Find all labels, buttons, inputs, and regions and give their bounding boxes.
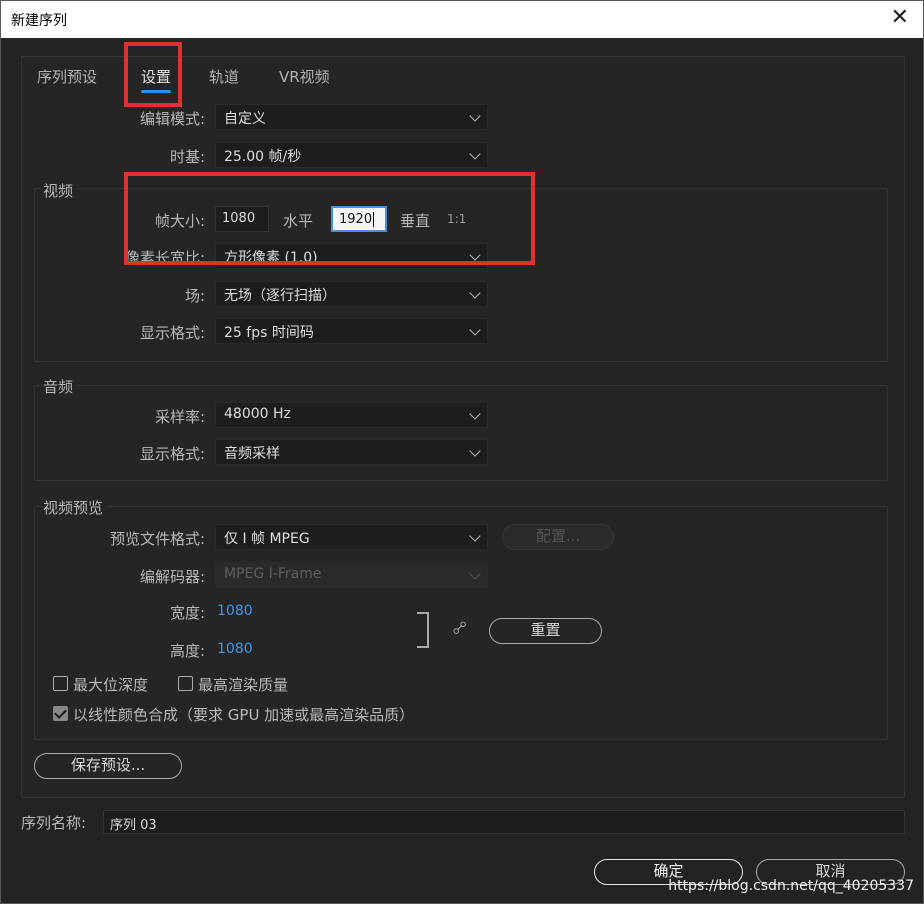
window-titlebar: 新建序列 ✕: [0, 0, 924, 38]
window-title: 新建序列: [11, 13, 67, 29]
aspect-ratio-readout: 1:1: [447, 212, 467, 226]
codec-label: 编解码器:: [139, 568, 205, 586]
sample-rate-select[interactable]: 48000 Hz: [215, 402, 488, 428]
reset-button[interactable]: 重置: [489, 618, 602, 644]
video-section-title: 视频: [43, 180, 78, 201]
audio-section-title: 音频: [43, 376, 78, 397]
horizontal-label: 水平: [283, 212, 314, 230]
link-bracket: [417, 612, 429, 648]
tab-vr-video[interactable]: VR视频: [279, 66, 330, 87]
select-value: 25.00 帧/秒: [224, 149, 302, 165]
tab-label: VR视频: [279, 68, 330, 86]
linear-color-label: 以线性颜色合成（要求 GPU 加速或最高渲染品质）: [73, 706, 415, 724]
sequence-name-field[interactable]: 序列 03: [103, 810, 905, 834]
preview-file-format-select[interactable]: 仅 I 帧 MPEG: [215, 524, 488, 550]
pixel-aspect-select[interactable]: 方形像素 (1.0): [215, 243, 488, 269]
max-bit-depth-label: 最大位深度: [73, 676, 149, 694]
max-render-quality-checkbox[interactable]: [178, 676, 193, 691]
preview-width-label: 宽度:: [169, 604, 205, 622]
new-sequence-dialog: 序列预设 设置 轨道 VR视频 编辑模式: 自定义 时基: 25.00 帧/秒 …: [0, 38, 924, 904]
configure-button[interactable]: 配置...: [502, 524, 614, 550]
tab-label: 轨道: [209, 68, 240, 86]
frame-height-field[interactable]: 1920: [331, 206, 387, 232]
tab-tracks[interactable]: 轨道: [209, 66, 239, 87]
select-value: 音频采样: [224, 446, 280, 462]
preview-width-value[interactable]: 1080: [217, 603, 253, 619]
tab-label: 序列预设: [37, 68, 98, 86]
field-order-label: 场:: [184, 287, 205, 305]
tab-sequence-presets[interactable]: 序列预设: [37, 66, 97, 87]
audio-group: [34, 385, 888, 481]
chevron-down-icon: [469, 408, 481, 420]
select-value: 无场（逐行扫描）: [224, 288, 336, 304]
chevron-down-icon: [469, 568, 481, 580]
select-value: 48000 Hz: [224, 406, 291, 422]
timebase-select[interactable]: 25.00 帧/秒: [215, 142, 488, 168]
timebase-label: 时基:: [169, 148, 205, 166]
video-display-format-select[interactable]: 25 fps 时间码: [215, 318, 488, 344]
audio-display-format-select[interactable]: 音频采样: [215, 439, 488, 465]
select-value: 自定义: [224, 111, 266, 127]
pixel-aspect-label: 像素长宽比:: [124, 249, 205, 267]
select-value: 仅 I 帧 MPEG: [224, 531, 310, 547]
text-caret: [373, 212, 375, 227]
tab-settings[interactable]: 设置: [141, 66, 172, 93]
field-value: 1920: [339, 212, 373, 227]
chevron-down-icon: [469, 110, 481, 122]
edit-mode-label: 编辑模式:: [139, 110, 205, 128]
active-tab-indicator: [141, 90, 172, 93]
select-value: MPEG I-Frame: [224, 566, 322, 582]
frame-size-label: 帧大小:: [154, 212, 205, 230]
chevron-down-icon: [469, 287, 481, 299]
linear-color-checkbox[interactable]: [53, 706, 68, 721]
edit-mode-select[interactable]: 自定义: [215, 104, 488, 130]
chevron-down-icon: [469, 530, 481, 542]
sequence-name-label: 序列名称:: [21, 814, 87, 832]
preview-height-value[interactable]: 1080: [217, 641, 253, 657]
frame-width-field[interactable]: 1080: [215, 206, 269, 232]
vertical-label: 垂直: [400, 212, 431, 230]
max-render-quality-label: 最高渲染质量: [198, 676, 289, 694]
close-icon[interactable]: ✕: [891, 5, 909, 30]
sample-rate-label: 采样率:: [154, 408, 205, 426]
codec-select[interactable]: MPEG I-Frame: [215, 562, 488, 588]
chevron-down-icon: [469, 324, 481, 336]
chevron-down-icon: [469, 445, 481, 457]
save-preset-button[interactable]: 保存预设...: [34, 753, 182, 779]
watermark-text: https://blog.csdn.net/qq_40205337: [668, 878, 914, 894]
preview-file-format-label: 预览文件格式:: [109, 530, 205, 548]
select-value: 25 fps 时间码: [224, 325, 314, 341]
select-value: 方形像素 (1.0): [224, 250, 318, 266]
video-preview-section-title: 视频预览: [43, 497, 108, 518]
chevron-down-icon: [469, 148, 481, 160]
video-display-format-label: 显示格式:: [139, 324, 205, 342]
chevron-down-icon: [469, 249, 481, 261]
max-bit-depth-checkbox[interactable]: [53, 676, 68, 691]
tab-label: 设置: [141, 68, 172, 86]
field-order-select[interactable]: 无场（逐行扫描）: [215, 281, 488, 307]
audio-display-format-label: 显示格式:: [139, 445, 205, 463]
preview-height-label: 高度:: [169, 642, 205, 660]
